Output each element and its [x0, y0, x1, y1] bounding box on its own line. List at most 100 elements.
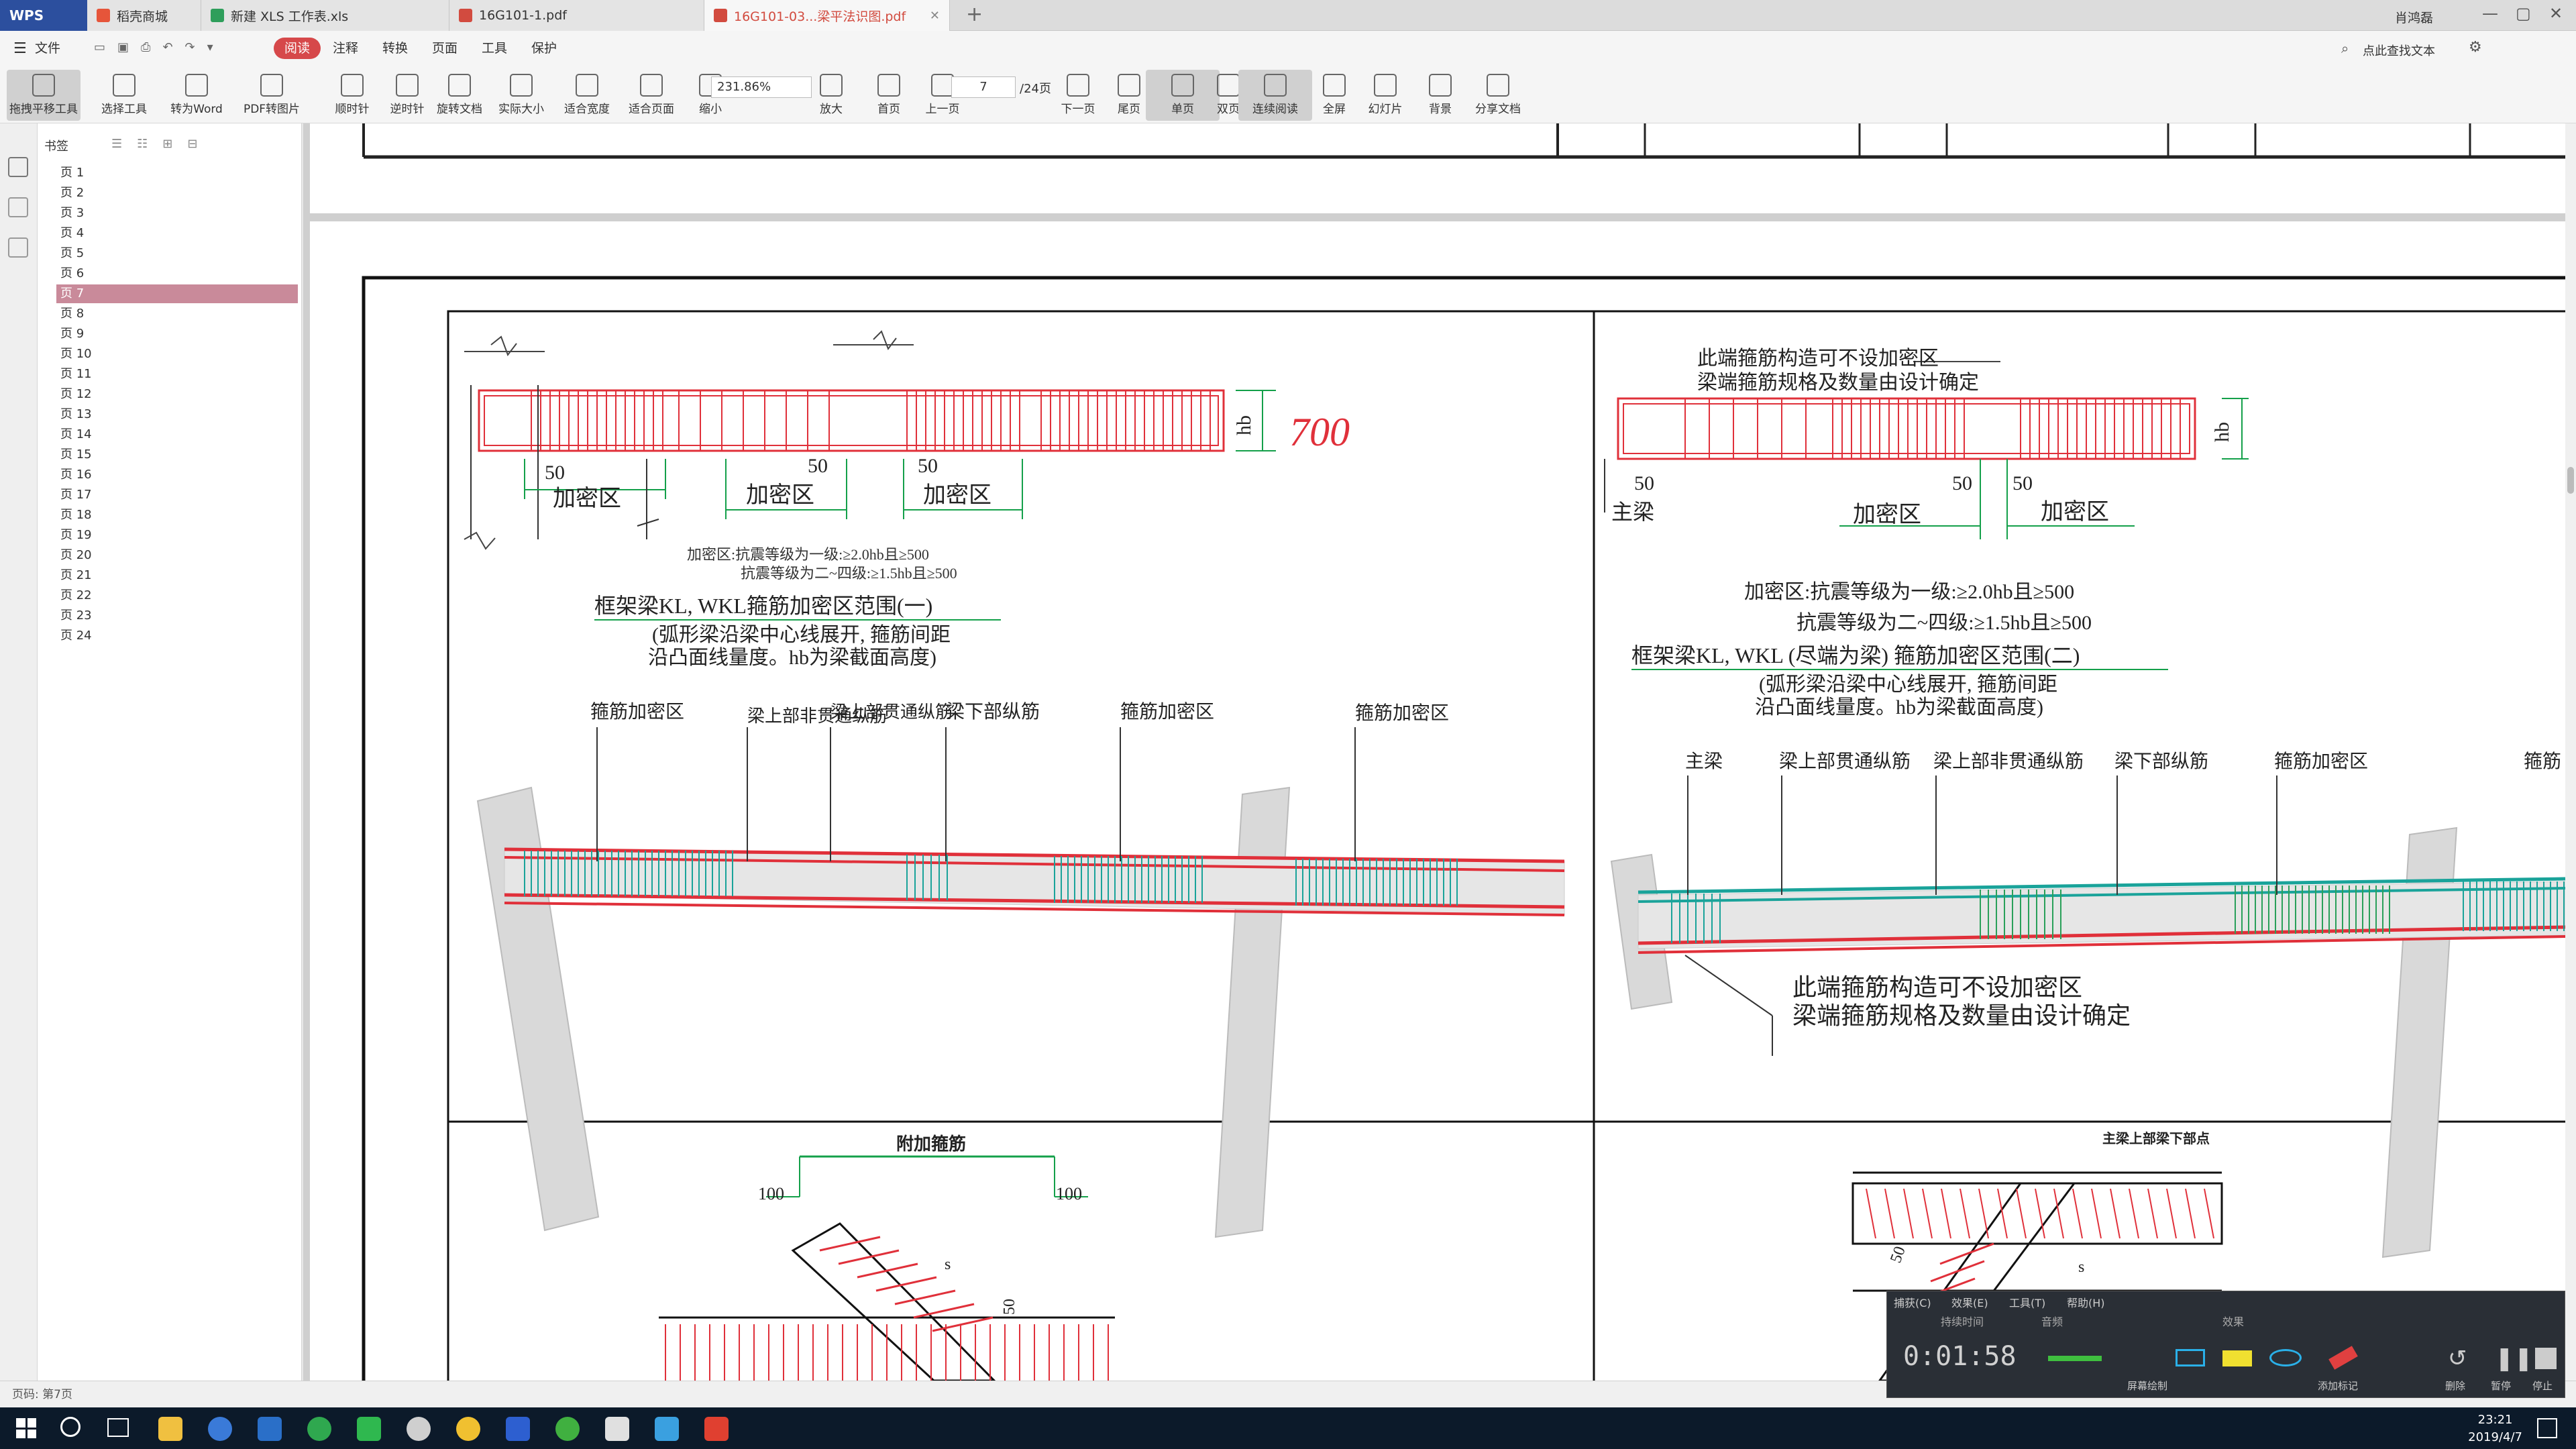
photos-icon[interactable] — [605, 1417, 629, 1441]
bookmark-item[interactable]: 页 14 — [56, 425, 298, 444]
expand-icon[interactable]: ☰ — [111, 137, 122, 151]
menu-page[interactable]: 页面 — [432, 38, 458, 59]
bookmark-item[interactable]: 页 13 — [56, 405, 298, 424]
rec-menu-help[interactable]: 帮助(H) — [2067, 1294, 2105, 1310]
menu-protect[interactable]: 保护 — [531, 38, 557, 59]
redo-icon[interactable]: ↷ — [185, 40, 195, 56]
bookmark-item[interactable]: 页 6 — [56, 264, 298, 283]
thumbnail-panel-icon[interactable] — [8, 197, 28, 217]
tab-docer-store[interactable]: 稻壳商城 — [87, 0, 201, 31]
new-tab-icon[interactable]: + — [966, 3, 983, 26]
gear-icon[interactable]: ⚙ — [2469, 39, 2482, 56]
tab-pdf-2[interactable]: 16G101-03...梁平法识图.pdf ✕ — [704, 0, 950, 31]
bookmark-item[interactable]: 页 16 — [56, 466, 298, 484]
vertical-scrollbar[interactable] — [2565, 123, 2576, 1381]
bookmark-item[interactable]: 页 7 — [56, 284, 298, 303]
app-icon-5[interactable] — [456, 1417, 480, 1441]
tab-pdf-1[interactable]: 16G101-1.pdf — [449, 0, 704, 31]
bookmark-item[interactable]: 页 4 — [56, 224, 298, 243]
bookmark-item[interactable]: 页 18 — [56, 506, 298, 525]
bookmark-item[interactable]: 页 15 — [56, 445, 298, 464]
notification-icon[interactable] — [2537, 1418, 2557, 1438]
rec-delete-button[interactable]: 删除 — [2445, 1379, 2465, 1393]
task-view-icon[interactable] — [107, 1418, 129, 1437]
screen-recorder-widget[interactable]: 捕获(C) 效果(E) 工具(T) 帮助(H) 持续时间 音频 效果 0:01:… — [1886, 1291, 2565, 1398]
more-icon[interactable]: ▾ — [207, 40, 213, 56]
tool-cursor[interactable]: 选择工具 — [87, 70, 161, 121]
tool-hand[interactable]: 拖拽平移工具 — [7, 70, 80, 121]
undo-icon[interactable]: ↶ — [162, 40, 172, 56]
bookmark-item[interactable]: 页 2 — [56, 184, 298, 203]
print-icon[interactable]: ⎙ — [141, 40, 150, 56]
menu-read[interactable]: 阅读 — [274, 38, 321, 59]
rec-stop-button[interactable]: 停止 — [2532, 1379, 2553, 1393]
tool-fit-width[interactable]: 适合宽度 — [550, 70, 624, 121]
hamburger-icon[interactable]: ☰ — [13, 40, 27, 57]
rec-add-marker-button[interactable]: 添加标记 — [2318, 1379, 2358, 1393]
save-icon[interactable]: ▣ — [117, 40, 129, 56]
pause-icon[interactable]: ❚❚ — [2495, 1345, 2533, 1372]
bookmark-item[interactable]: 页 24 — [56, 627, 298, 645]
search-icon[interactable]: ⌕ — [2341, 40, 2349, 56]
word-icon[interactable] — [506, 1417, 530, 1441]
bookmark-panel-icon[interactable] — [8, 157, 28, 177]
close-tab-icon[interactable]: ✕ — [930, 9, 940, 23]
bookmark-item[interactable]: 页 1 — [56, 164, 298, 182]
bookmark-item[interactable]: 页 9 — [56, 325, 298, 343]
wps-pdf-icon[interactable] — [704, 1417, 729, 1441]
bookmark-item[interactable]: 页 11 — [56, 365, 298, 384]
highlight-tool-icon[interactable] — [2222, 1350, 2252, 1366]
close-window-icon[interactable]: ✕ — [2549, 4, 2563, 23]
app-icon-1[interactable] — [258, 1417, 282, 1441]
tool-actual-size[interactable]: 实际大小 — [484, 70, 558, 121]
app-icon-6[interactable] — [655, 1417, 679, 1441]
maximize-icon[interactable]: ▢ — [2516, 4, 2531, 23]
stop-icon[interactable] — [2535, 1348, 2557, 1369]
app-icon-3[interactable] — [357, 1417, 381, 1441]
rec-menu-effects[interactable]: 效果(E) — [1951, 1294, 1988, 1310]
app-icon-4[interactable] — [407, 1417, 431, 1441]
bookmark-item[interactable]: 页 10 — [56, 345, 298, 364]
rec-menu-capture[interactable]: 捕获(C) — [1894, 1294, 1931, 1310]
bookmark-item[interactable]: 页 5 — [56, 244, 298, 263]
bookmark-item[interactable]: 页 17 — [56, 486, 298, 504]
menu-file[interactable]: 文件 — [35, 38, 60, 59]
rectangle-tool-icon[interactable] — [2176, 1349, 2205, 1366]
file-explorer-icon[interactable] — [158, 1417, 182, 1441]
rec-pause-button[interactable]: 暂停 — [2491, 1379, 2511, 1393]
marker-icon[interactable] — [2328, 1346, 2358, 1370]
bookmark-item[interactable]: 页 8 — [56, 305, 298, 323]
ellipse-tool-icon[interactable] — [2269, 1349, 2302, 1366]
page-number-input[interactable]: 7 — [951, 76, 1016, 98]
bookmark-item[interactable]: 页 22 — [56, 586, 298, 605]
bookmark-item[interactable]: 页 23 — [56, 606, 298, 625]
scrollbar-thumb[interactable] — [2567, 467, 2574, 494]
rec-menu-tools[interactable]: 工具(T) — [2009, 1294, 2045, 1310]
open-icon[interactable]: ▭ — [94, 40, 105, 56]
annotation-panel-icon[interactable] — [8, 237, 28, 258]
wps-logo[interactable]: WPS — [0, 0, 87, 31]
cortana-icon[interactable] — [60, 1417, 80, 1437]
browser-icon[interactable] — [208, 1417, 232, 1441]
delete-bookmark-icon[interactable]: ⊟ — [187, 137, 197, 151]
bookmark-item[interactable]: 页 3 — [56, 204, 298, 223]
app-icon-2[interactable] — [307, 1417, 331, 1441]
wechat-icon[interactable] — [555, 1417, 580, 1441]
menu-annotate[interactable]: 注释 — [333, 38, 358, 59]
menu-tools[interactable]: 工具 — [482, 38, 507, 59]
document-viewport[interactable]: hb 700 50 50 50 加密区 加密区 加密区 加密区:抗震等级为一级:… — [303, 123, 2565, 1381]
bookmark-item[interactable]: 页 21 — [56, 566, 298, 585]
system-clock[interactable]: 23:21 2019/4/7 — [2468, 1411, 2522, 1446]
tool-pdf-image[interactable]: PDF转图片 — [235, 70, 309, 121]
tool-share[interactable]: 分享文档 — [1461, 70, 1535, 121]
tool-word-convert[interactable]: 转为Word — [160, 70, 233, 121]
search-hint[interactable]: 点此查找文本 — [2363, 42, 2435, 59]
collapse-icon[interactable]: ☷ — [137, 137, 148, 151]
user-name[interactable]: 肖鸿磊 — [2395, 8, 2433, 26]
bookmark-item[interactable]: 页 12 — [56, 385, 298, 404]
bookmark-item[interactable]: 页 20 — [56, 546, 298, 565]
zoom-input[interactable]: 231.86% — [711, 76, 812, 98]
rec-draw-button[interactable]: 屏幕绘制 — [2127, 1379, 2167, 1393]
add-bookmark-icon[interactable]: ⊞ — [162, 137, 172, 151]
bookmark-item[interactable]: 页 19 — [56, 526, 298, 545]
